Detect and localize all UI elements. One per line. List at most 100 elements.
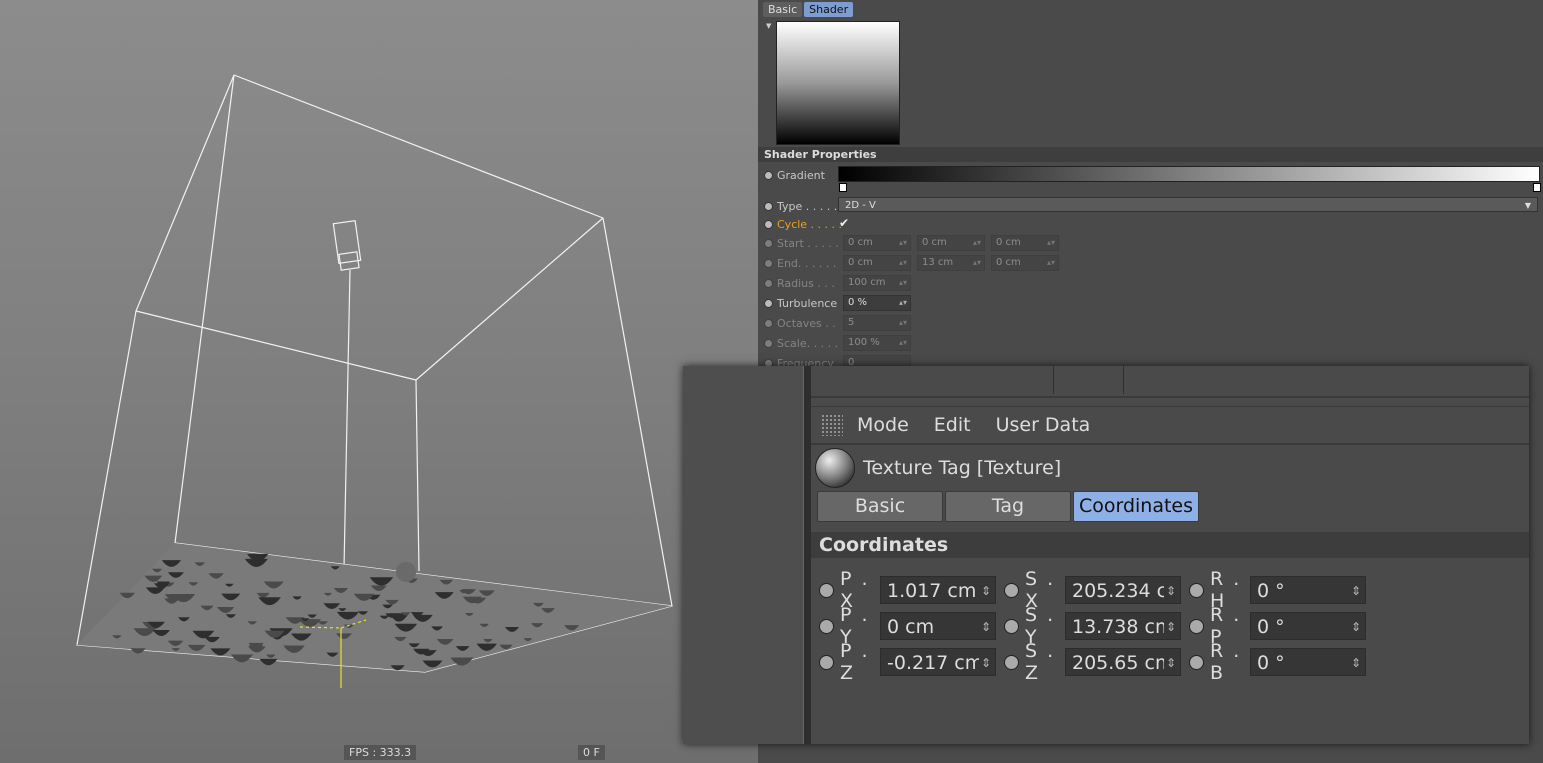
start-z-field[interactable]: 0 cm ▴▾ (991, 235, 1059, 251)
menu-mode[interactable]: Mode (857, 414, 909, 436)
light-object (332, 219, 362, 265)
type-dropdown[interactable]: 2D - V ▼ (838, 197, 1538, 212)
octaves-field[interactable]: 5 ▴▾ (843, 315, 911, 331)
rot-h-field[interactable]: 0 ° ⇕ (1250, 576, 1366, 604)
scale-z-label: S . Z (1025, 640, 1056, 684)
prop-label: Turbulence (777, 296, 838, 310)
keyframe-dot-icon[interactable] (764, 170, 773, 180)
pos-z-label: P . Z (840, 640, 870, 684)
keyframe-dot-icon[interactable] (1189, 582, 1204, 598)
spinner-icon: ⇕ (978, 613, 991, 639)
menu-user-data[interactable]: User Data (996, 414, 1091, 436)
turbulence-field[interactable]: 0 % ▴▾ (843, 295, 911, 311)
end-y-field[interactable]: 13 cm ▴▾ (917, 255, 985, 271)
tab-basic[interactable]: Basic (817, 491, 943, 522)
keyframe-dot-icon[interactable] (764, 258, 773, 268)
keyframe-dot-icon[interactable] (764, 318, 773, 328)
spinner-icon: ⇕ (1163, 577, 1176, 603)
pos-z-field[interactable]: -0.217 cm ⇕ (880, 648, 996, 676)
keyframe-dot-icon[interactable] (764, 298, 773, 308)
keyframe-dot-icon[interactable] (764, 219, 773, 229)
prop-scale: Scale. . . . . 100 % ▴▾ (764, 335, 917, 351)
pos-x-field[interactable]: 1.017 cm ⇕ (880, 576, 996, 604)
prop-label: Gradient (777, 168, 825, 182)
keyframe-dot-icon[interactable] (1004, 582, 1019, 598)
texture-tag-icon (815, 448, 855, 488)
coord-row-z: P . Z -0.217 cm ⇕ S . Z 205.65 cm ⇕ R . B 0 °… (819, 640, 1374, 684)
prop-start: Start . . . . . 0 cm ▴▾ 0 cm ▴▾ 0 cm ▴▾ (764, 235, 1065, 251)
prop-radius: Radius . . . 100 cm ▴▾ (764, 275, 917, 291)
dropdown-arrow-icon: ▼ (1524, 201, 1531, 210)
cube-edge (135, 310, 417, 381)
prop-label: Start . . . . . (777, 236, 839, 250)
start-y-field[interactable]: 0 cm ▴▾ (917, 235, 985, 251)
radius-field[interactable]: 100 cm ▴▾ (843, 275, 911, 291)
rot-p-field[interactable]: 0 ° ⇕ (1250, 612, 1366, 640)
spinner-icon: ⇕ (1348, 613, 1361, 639)
tab-coordinates[interactable]: Coordinates (1073, 491, 1199, 522)
gradient-knob-end[interactable] (1533, 183, 1541, 192)
spinner-icon: ⇕ (1348, 577, 1361, 603)
prop-label: Radius . . . (777, 276, 835, 290)
cube-edge (415, 379, 420, 572)
tab-tag[interactable]: Tag (945, 491, 1071, 522)
keyframe-dot-icon[interactable] (1004, 618, 1019, 634)
keyframe-dot-icon[interactable] (764, 238, 773, 248)
prop-label: Type . . . . . (777, 199, 838, 213)
keyframe-dot-icon[interactable] (764, 278, 773, 288)
attribute-manager: Mode Edit User Data Texture Tag [Texture… (811, 366, 1529, 744)
prop-label: End. . . . . . (777, 256, 837, 270)
cycle-checkbox[interactable]: ✔ (839, 216, 849, 230)
prop-octaves: Octaves . . 5 ▴▾ (764, 315, 917, 331)
prop-label: Scale. . . . . (777, 336, 839, 350)
grip-icon[interactable] (821, 414, 843, 436)
prop-label: Cycle . . . . . (777, 217, 843, 231)
prop-type: Type . . . . . (764, 198, 843, 214)
fps-label: FPS : 333.3 (344, 745, 417, 760)
scale-z-field[interactable]: 205.65 cm ⇕ (1065, 648, 1181, 676)
section-shader-properties: Shader Properties (758, 147, 1543, 162)
prop-end: End. . . . . . 0 cm ▴▾ 13 cm ▴▾ 0 cm ▴▾ (764, 255, 1065, 271)
spinner-icon: ⇕ (1348, 649, 1361, 675)
keyframe-dot-icon[interactable] (819, 618, 834, 634)
spinner-icon: ⇕ (1163, 649, 1176, 675)
viewport-scene (76, 74, 673, 688)
top-strip (811, 366, 1529, 398)
keyframe-dot-icon[interactable] (1189, 618, 1204, 634)
sphere-bump (396, 562, 416, 582)
keyframe-dot-icon[interactable] (819, 654, 834, 670)
rot-b-label: R . B (1210, 640, 1242, 684)
cube-edge (415, 217, 604, 381)
rot-b-field[interactable]: 0 ° ⇕ (1250, 648, 1366, 676)
scale-x-field[interactable]: 205.234 cı ⇕ (1065, 576, 1181, 604)
keyframe-dot-icon[interactable] (1189, 654, 1204, 670)
start-x-field[interactable]: 0 cm ▴▾ (843, 235, 911, 251)
gradient-knob-start[interactable] (839, 183, 847, 192)
keyframe-dot-icon[interactable] (764, 338, 773, 348)
3d-viewport[interactable]: FPS : 333.3 0 F (0, 0, 758, 763)
tab-shader[interactable]: Shader (804, 2, 854, 17)
spinner-icon: ⇕ (1163, 613, 1176, 639)
spinner-icon: ⇕ (978, 577, 991, 603)
section-coordinates: Coordinates (811, 532, 1529, 558)
collapse-triangle-icon[interactable]: ▼ (766, 22, 771, 30)
gradient-bar[interactable] (838, 166, 1540, 182)
menu-edit[interactable]: Edit (934, 414, 971, 436)
pos-y-field[interactable]: 0 cm ⇕ (880, 612, 996, 640)
end-x-field[interactable]: 0 cm ▴▾ (843, 255, 911, 271)
scale-y-field[interactable]: 13.738 cm ⇕ (1065, 612, 1181, 640)
keyframe-dot-icon[interactable] (819, 582, 834, 598)
terrain-bump (230, 654, 254, 663)
attribute-manager-zoom: Mode Edit User Data Texture Tag [Texture… (683, 366, 1529, 744)
end-z-field[interactable]: 0 cm ▴▾ (991, 255, 1059, 271)
tab-basic[interactable]: Basic (763, 2, 803, 17)
prop-cycle: Cycle . . . . . (764, 216, 843, 232)
terrain-bump (259, 658, 278, 666)
keyframe-dot-icon[interactable] (764, 201, 773, 211)
menu-bar: Mode Edit User Data (811, 406, 1529, 445)
terrain-bump (130, 648, 146, 654)
shader-tabs: Basic Shader (763, 2, 854, 17)
spinner-icon: ⇕ (978, 649, 991, 675)
scale-field[interactable]: 100 % ▴▾ (843, 335, 911, 351)
keyframe-dot-icon[interactable] (1004, 654, 1019, 670)
